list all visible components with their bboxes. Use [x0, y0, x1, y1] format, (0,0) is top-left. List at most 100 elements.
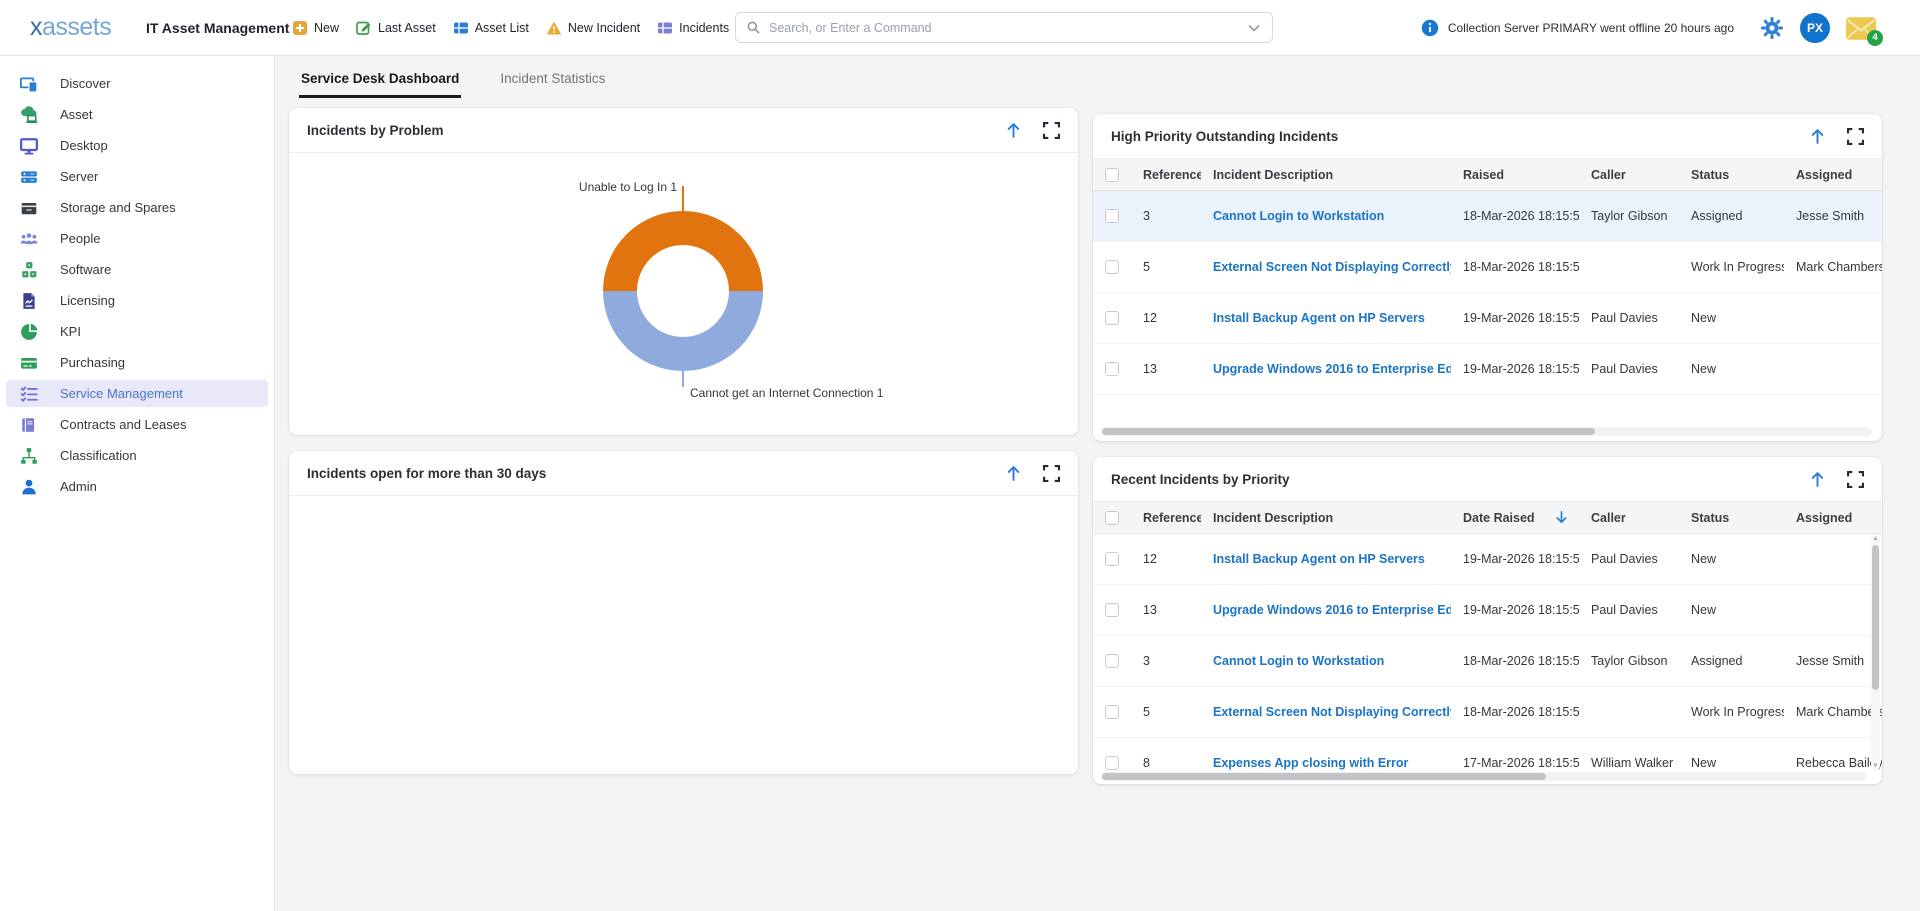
sidebar-item-software[interactable]: Software: [6, 256, 268, 283]
app-logo[interactable]: xassets: [30, 13, 111, 42]
column-header-status[interactable]: Status: [1679, 159, 1784, 190]
expand-icon[interactable]: [1847, 128, 1864, 145]
scrollbar-thumb[interactable]: [1102, 773, 1546, 780]
export-arrow-icon[interactable]: [1005, 122, 1022, 139]
avatar[interactable]: PX: [1800, 13, 1830, 43]
column-header-incident-description[interactable]: Incident Description: [1201, 502, 1451, 533]
scrollbar-thumb[interactable]: [1872, 545, 1879, 690]
incident-link[interactable]: External Screen Not Displaying Correctly: [1201, 242, 1451, 292]
sidebar-item-licensing[interactable]: Licensing: [6, 287, 268, 314]
column-header-assigned[interactable]: Assigned: [1784, 502, 1882, 533]
row-checkbox[interactable]: [1105, 756, 1119, 770]
sidebar-item-label: Service Management: [60, 386, 183, 401]
table-row[interactable]: 5External Screen Not Displaying Correctl…: [1093, 242, 1882, 293]
search-input[interactable]: [761, 21, 1246, 35]
table-row[interactable]: 3Cannot Login to Workstation18-Mar-2026 …: [1093, 191, 1882, 242]
row-checkbox[interactable]: [1105, 260, 1119, 274]
sidebar-item-asset[interactable]: Asset: [6, 101, 268, 128]
row-checkbox[interactable]: [1105, 705, 1119, 719]
horizontal-scrollbar[interactable]: [1101, 772, 1866, 781]
export-arrow-icon[interactable]: [1809, 128, 1826, 145]
donut-chart[interactable]: [603, 211, 763, 371]
column-header-reference[interactable]: Reference: [1131, 159, 1201, 190]
sidebar-item-discover[interactable]: Discover: [6, 70, 268, 97]
card-recent-incidents: Recent Incidents by Priority ReferenceIn…: [1093, 457, 1882, 784]
tab-service-desk-dashboard[interactable]: Service Desk Dashboard: [299, 62, 461, 98]
table-row[interactable]: 12Install Backup Agent on HP Servers19-M…: [1093, 534, 1882, 585]
row-checkbox[interactable]: [1105, 209, 1119, 223]
export-arrow-icon[interactable]: [1005, 465, 1022, 482]
incident-link[interactable]: Upgrade Windows 2016 to Enterprise Editi…: [1201, 344, 1451, 394]
column-header-caller[interactable]: Caller: [1579, 159, 1679, 190]
expand-icon[interactable]: [1847, 471, 1864, 488]
column-header-assigned[interactable]: Assigned: [1784, 159, 1882, 190]
sidebar-item-classification[interactable]: Classification: [6, 442, 268, 469]
assigned-cell: Jesse Smith: [1784, 191, 1882, 241]
scrollbar-thumb[interactable]: [1102, 428, 1595, 435]
assigned-cell: Jesse Smith: [1784, 636, 1882, 686]
table-row[interactable]: 13Upgrade Windows 2016 to Enterprise Edi…: [1093, 585, 1882, 636]
assigned-cell: [1784, 344, 1882, 394]
select-all-checkbox[interactable]: [1105, 511, 1119, 525]
vertical-scrollbar[interactable]: ▲ ▼: [1871, 535, 1880, 770]
sidebar-item-people[interactable]: People: [6, 225, 268, 252]
toolbar-button-new[interactable]: New: [292, 20, 339, 36]
sidebar-item-storage-and-spares[interactable]: Storage and Spares: [6, 194, 268, 221]
messages-button[interactable]: 4: [1846, 17, 1876, 40]
incident-link[interactable]: Install Backup Agent on HP Servers: [1201, 293, 1451, 343]
people-icon: [20, 230, 38, 248]
sidebar-item-admin[interactable]: Admin: [6, 473, 268, 500]
sidebar-item-server[interactable]: Server: [6, 163, 268, 190]
toolbar-button-asset-list[interactable]: Asset List: [453, 20, 529, 36]
row-checkbox[interactable]: [1105, 311, 1119, 325]
expand-icon[interactable]: [1043, 122, 1060, 139]
row-checkbox[interactable]: [1105, 362, 1119, 376]
column-header-reference[interactable]: Reference: [1131, 502, 1201, 533]
export-arrow-icon[interactable]: [1809, 471, 1826, 488]
column-header-incident-description[interactable]: Incident Description: [1201, 159, 1451, 190]
incident-link[interactable]: Install Backup Agent on HP Servers: [1201, 534, 1451, 584]
row-checkbox[interactable]: [1105, 603, 1119, 617]
column-header-date-raised[interactable]: Date Raised: [1451, 502, 1579, 533]
incident-link[interactable]: Cannot Login to Workstation: [1201, 191, 1451, 241]
incident-link[interactable]: Cannot Login to Workstation: [1201, 636, 1451, 686]
assigned-cell: Mark Chambers: [1784, 242, 1882, 292]
checkbox-cell: [1093, 159, 1131, 190]
column-header-caller[interactable]: Caller: [1579, 502, 1679, 533]
toolbar-button-last-asset[interactable]: Last Asset: [356, 20, 436, 36]
row-checkbox[interactable]: [1105, 654, 1119, 668]
expand-icon[interactable]: [1043, 465, 1060, 482]
scroll-up-arrow[interactable]: ▲: [1871, 536, 1880, 542]
sidebar-item-label: Discover: [60, 76, 111, 91]
row-checkbox[interactable]: [1105, 552, 1119, 566]
sidebar-item-desktop[interactable]: Desktop: [6, 132, 268, 159]
chevron-down-icon[interactable]: [1246, 20, 1262, 36]
checkbox-cell: [1093, 687, 1131, 737]
select-all-checkbox[interactable]: [1105, 168, 1119, 182]
assigned-cell: [1784, 585, 1882, 635]
chart-label-unable-to-log-in: Unable to Log In 1: [289, 180, 677, 194]
incident-link[interactable]: External Screen Not Displaying Correctly: [1201, 687, 1451, 737]
sidebar-item-kpi[interactable]: KPI: [6, 318, 268, 345]
tab-incident-statistics[interactable]: Incident Statistics: [498, 62, 607, 98]
sidebar-item-label: Server: [60, 169, 98, 184]
incident-link[interactable]: Upgrade Windows 2016 to Enterprise Editi…: [1201, 585, 1451, 635]
horizontal-scrollbar[interactable]: [1101, 427, 1872, 436]
sort-desc-icon[interactable]: [1554, 510, 1569, 525]
card-title: High Priority Outstanding Incidents: [1111, 129, 1788, 144]
table-row[interactable]: 5External Screen Not Displaying Correctl…: [1093, 687, 1882, 738]
table-row[interactable]: 12Install Backup Agent on HP Servers19-M…: [1093, 293, 1882, 344]
logo-x: x: [30, 13, 42, 41]
sidebar-item-contracts-and-leases[interactable]: Contracts and Leases: [6, 411, 268, 438]
scroll-down-arrow[interactable]: ▼: [1871, 763, 1880, 769]
search-box[interactable]: [735, 12, 1273, 43]
toolbar-button-new-incident[interactable]: New Incident: [546, 20, 640, 36]
table-row[interactable]: 3Cannot Login to Workstation18-Mar-2026 …: [1093, 636, 1882, 687]
table-row[interactable]: 13Upgrade Windows 2016 to Enterprise Edi…: [1093, 344, 1882, 395]
sidebar-item-purchasing[interactable]: Purchasing: [6, 349, 268, 376]
sidebar-item-service-management[interactable]: Service Management: [6, 380, 268, 407]
column-header-status[interactable]: Status: [1679, 502, 1784, 533]
column-header-raised[interactable]: Raised: [1451, 159, 1579, 190]
gear-icon[interactable]: [1760, 16, 1784, 40]
toolbar-button-incidents[interactable]: Incidents: [657, 20, 729, 36]
